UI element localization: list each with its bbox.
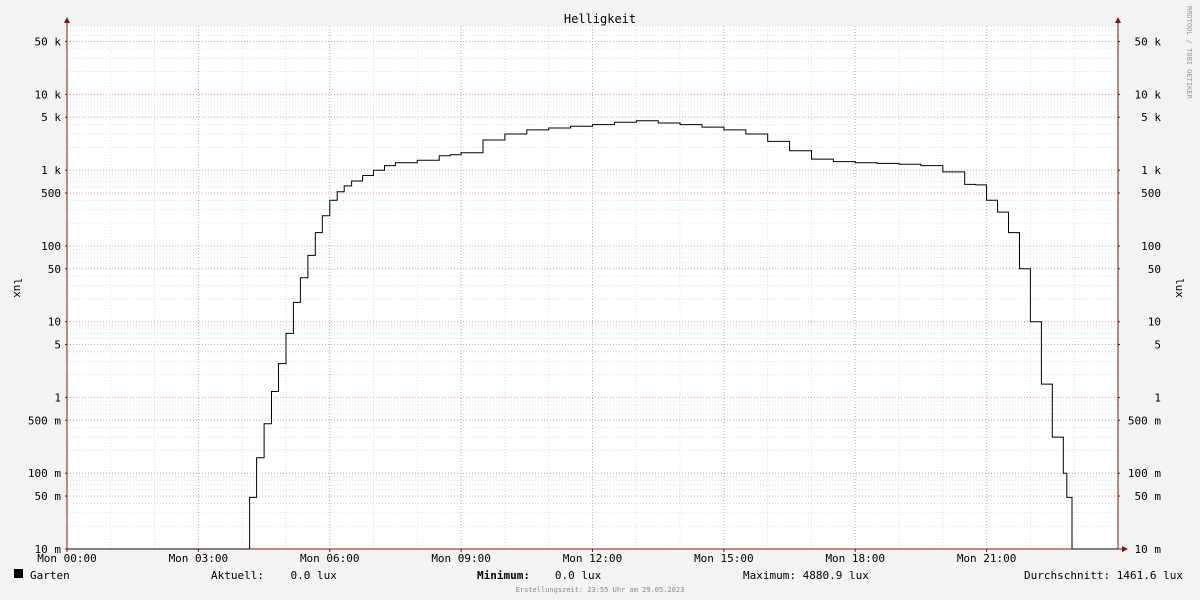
y-tick-label: 5 k xyxy=(41,111,61,124)
legend-series-label: Garten xyxy=(30,569,70,582)
y-tick-label: 500 m xyxy=(1128,414,1161,427)
legend-swatch-garten xyxy=(14,569,23,578)
y-tick-label: 5 k xyxy=(1141,111,1161,124)
watermark: RRDTOOL / TOBI OETIKER xyxy=(1185,6,1193,100)
y-tick-label: 100 m xyxy=(28,467,61,480)
y-tick-label: 100 m xyxy=(1128,467,1161,480)
legend-maximum: Maximum: 4880.9 lux xyxy=(743,569,869,582)
y-tick-label: 5 xyxy=(1154,339,1161,352)
x-tick-label: Mon 12:00 xyxy=(563,552,623,565)
y-tick-label: 500 xyxy=(41,187,61,200)
legend-average: Durchschnitt: 1461.6 lux xyxy=(1024,569,1183,582)
y-tick-label: 100 xyxy=(41,240,61,253)
x-tick-label: Mon 15:00 xyxy=(694,552,754,565)
x-tick-label: Mon 21:00 xyxy=(957,552,1017,565)
y-axis-label-left: lux xyxy=(11,278,24,298)
y-tick-label: 1 k xyxy=(41,164,61,177)
y-tick-label: 50 xyxy=(48,263,61,276)
y-tick-label: 50 m xyxy=(1135,490,1162,503)
y-tick-label: 1 xyxy=(54,391,61,404)
y-tick-label: 5 xyxy=(54,339,61,352)
legend-current: Aktuell: 0.0 lux xyxy=(211,569,337,582)
y-tick-label: 50 k xyxy=(35,35,62,48)
x-tick-label: Mon 18:00 xyxy=(825,552,885,565)
y-axis-label-right: lux xyxy=(1173,278,1186,298)
y-tick-label: 50 k xyxy=(1135,35,1162,48)
y-tick-label: 10 xyxy=(48,316,61,329)
y-tick-label: 100 xyxy=(1141,240,1161,253)
y-tick-label: 10 k xyxy=(35,88,62,101)
x-tick-label: Mon 00:00 xyxy=(37,552,97,565)
y-tick-label: 500 m xyxy=(28,414,61,427)
y-tick-label: 10 xyxy=(1148,316,1161,329)
y-tick-label: 50 xyxy=(1148,263,1161,276)
y-tick-label: 10 k xyxy=(1135,88,1162,101)
legend-minimum-value: 0.0 lux xyxy=(535,569,602,582)
footer-timestamp: Erstellungszeit: 23:55 Uhr am 29.05.2023 xyxy=(516,586,685,594)
y-tick-label: 1 xyxy=(1154,391,1161,404)
y-tick-label: 1 k xyxy=(1141,164,1161,177)
x-tick-label: Mon 06:00 xyxy=(300,552,360,565)
legend-minimum-label: Minimum: xyxy=(477,569,530,582)
x-tick-label: Mon 03:00 xyxy=(169,552,229,565)
y-tick-label: 10 m xyxy=(1135,543,1162,556)
x-tick-label: Mon 09:00 xyxy=(431,552,491,565)
chart-title: Helligkeit xyxy=(564,12,636,26)
chart: 10 m 50 m 100 m 500 m 1 5 10 50 100 500 1 k 5 k 10 k… xyxy=(0,0,1200,600)
y-tick-label: 50 m xyxy=(35,490,62,503)
y-tick-label: 500 xyxy=(1141,187,1161,200)
